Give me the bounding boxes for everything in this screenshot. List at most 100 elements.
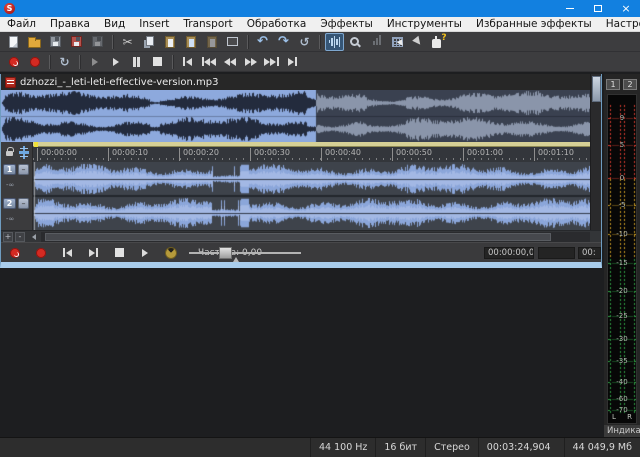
menu-item-3[interactable]: Вид [97,17,132,32]
redo-button[interactable]: ↷ [274,33,293,51]
pause-button[interactable] [127,53,146,71]
record-special-icon [9,57,19,67]
paste-mix-button[interactable] [202,33,221,51]
trim-button[interactable] [223,33,242,51]
statistics-tool-icon [373,35,381,48]
doc-stop-button[interactable] [111,244,127,262]
channel-1-fader-button[interactable]: – [18,164,29,175]
doc-go-to-start-button[interactable] [59,244,75,262]
lock-icon[interactable] [6,151,13,156]
record-icon [30,57,40,67]
channel-2-fader-button[interactable]: – [18,198,29,209]
repeat-button[interactable]: ↺ [295,33,314,51]
document-titlebar[interactable]: dzhozzi_-_leti-leti-effective-version.mp… [1,74,590,90]
play-icon [113,58,119,66]
menu-item-7[interactable]: Эффекты [313,17,380,32]
pointer-tool-button[interactable] [409,33,428,51]
selection-tool-button[interactable] [388,33,407,51]
doc-play-button[interactable] [137,244,153,262]
scrollbar-track[interactable] [41,232,590,242]
loop-playback-button[interactable]: ↻ [55,53,74,71]
doc-record-button[interactable] [33,244,49,262]
frequency-slider-thumb[interactable] [219,247,232,259]
cut-button[interactable]: ✂ [118,33,137,51]
overview-waveform[interactable] [1,90,590,142]
context-help-button[interactable]: ? [430,33,449,51]
menu-item-9[interactable]: Избранные эффекты [469,17,599,32]
undo-button[interactable]: ↶ [253,33,272,51]
vertical-scrollbar[interactable] [590,74,601,230]
play-button[interactable] [106,53,125,71]
level-meter[interactable]: L R 950-5-10-15-20-25-30-35-40-60-70 [607,94,637,424]
frequency-slider[interactable] [189,252,301,254]
new-file-icon [9,36,18,48]
close-button[interactable]: × [612,0,640,17]
doc-scrub-button[interactable] [163,244,179,262]
pause-icon [133,57,140,67]
redo-icon: ↷ [278,35,289,48]
meter-panel-tab[interactable]: Индикатор [604,425,640,437]
scroll-left-arrow-icon[interactable] [29,234,36,240]
status-bit-depth: 16 бит [375,438,425,457]
paste-special-button[interactable] [181,33,200,51]
record-button[interactable] [25,53,44,71]
scrollbar-thumb[interactable] [45,233,551,241]
undo-icon: ↶ [257,35,268,48]
timeline-ruler[interactable]: 00:00:0000:00:1000:00:2000:00:3000:00:40… [33,147,590,162]
maximize-icon [594,5,602,12]
channel-1-button[interactable]: 1 [3,164,16,175]
minimize-button[interactable] [556,0,584,17]
open-file-button[interactable] [25,33,44,51]
zoom-tool-button[interactable] [346,33,365,51]
play-all-button[interactable] [85,53,104,71]
go-to-start-button[interactable] [178,53,197,71]
main-waveform[interactable] [33,162,590,230]
meter-scale-label: -30 [608,336,636,343]
zoom-in-button[interactable]: + [3,232,13,242]
menu-item-10[interactable]: Настройки [599,17,640,32]
meter-panel: 1 2 L R 950-5-10-15-20-25-30-35-40-60-70… [604,74,640,437]
open-file-icon [28,36,41,48]
menu-item-4[interactable]: Insert [132,17,176,32]
menu-item-6[interactable]: Обработка [240,17,314,32]
meter-right-channel-label: R [627,413,632,421]
snap-tool-icon[interactable] [18,146,30,159]
save-as-button[interactable] [67,33,86,51]
forward-button[interactable] [241,53,260,71]
copy-button[interactable] [139,33,158,51]
meter-scale-label: -25 [608,313,636,320]
waveform-tool-icon [329,36,341,48]
paste-button[interactable] [160,33,179,51]
menu-item-2[interactable]: Правка [43,17,97,32]
meter-button-2[interactable]: 2 [623,79,637,90]
new-file-button[interactable] [4,33,23,51]
meter-button-1[interactable]: 1 [606,79,620,90]
doc-go-to-end-button[interactable] [85,244,101,262]
status-sample-rate: 44 100 Hz [310,438,375,457]
next-marker-button[interactable] [262,53,281,71]
previous-marker-icon [202,57,216,66]
vertical-scrollbar-thumb[interactable] [592,76,601,102]
doc-record-special-button[interactable] [7,244,23,262]
time-end-display: 00: [578,247,601,259]
maximize-button[interactable] [584,0,612,17]
stop-button[interactable] [148,53,167,71]
play-icon [142,249,148,257]
waveform-tool-button[interactable] [325,33,344,51]
channel-2-button[interactable]: 2 [3,198,16,209]
rewind-button[interactable] [220,53,239,71]
record-special-button[interactable] [4,53,23,71]
statistics-tool-button[interactable] [367,33,386,51]
document-window: dzhozzi_-_leti-leti-effective-version.mp… [0,74,602,268]
copy-icon [143,36,154,48]
previous-marker-button[interactable] [199,53,218,71]
save-all-button[interactable] [88,33,107,51]
save-button[interactable] [46,33,65,51]
menu-item-8[interactable]: Инструменты [380,17,469,32]
zoom-out-button[interactable]: - [15,232,25,242]
paste-mix-icon [207,36,217,48]
menu-item-1[interactable]: Файл [0,17,43,32]
menu-item-5[interactable]: Transport [176,17,239,32]
go-to-end-button[interactable] [283,53,302,71]
context-help-icon: ? [432,36,446,48]
